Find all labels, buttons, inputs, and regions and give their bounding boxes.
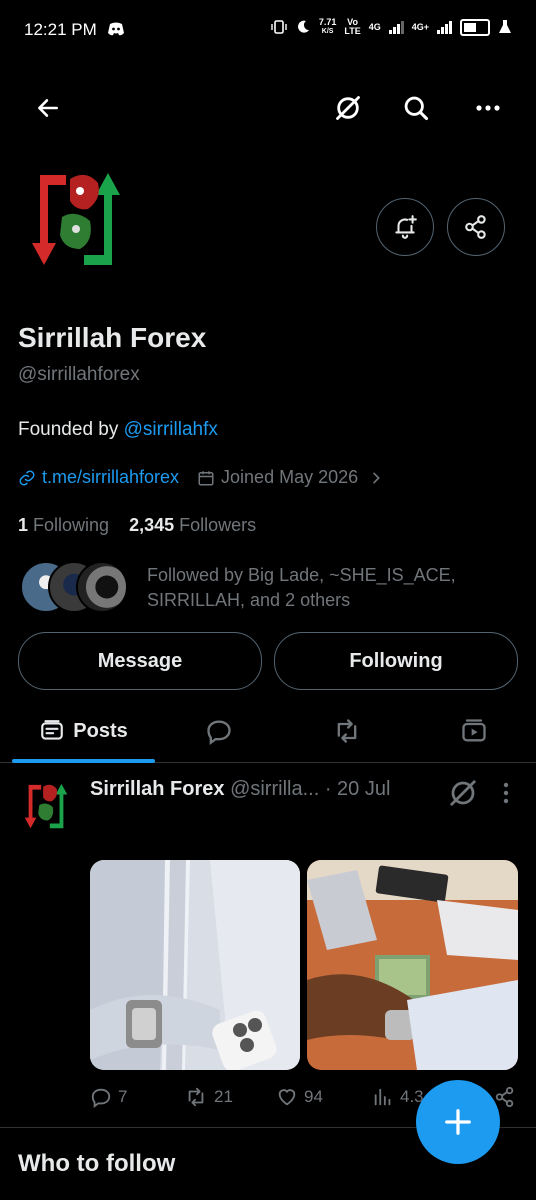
signal-icon [388, 20, 404, 34]
following-button[interactable]: Following [274, 632, 518, 690]
battery-icon [460, 18, 490, 36]
post-date: · 20 Jul [324, 778, 391, 800]
back-arrow-icon [38, 99, 58, 117]
share-icon [465, 215, 486, 239]
following-count-link[interactable]: 1 Following [18, 515, 109, 535]
vibrate-icon [271, 20, 287, 34]
post-photo-desk [307, 860, 518, 1070]
plus-icon [445, 1109, 471, 1135]
status-bar: 12:21 PM 7.71 K/S Vo LTE 4G 4G+ [0, 0, 536, 60]
post-image-2[interactable] [307, 860, 518, 1070]
network-type-2: 4G+ [411, 21, 429, 32]
more-button[interactable] [470, 90, 506, 126]
bio-text: Founded by [18, 419, 124, 440]
joined-date: Joined May 2026 [221, 467, 359, 487]
message-button[interactable]: Message [18, 632, 262, 690]
tab-media[interactable] [411, 700, 536, 762]
share-action[interactable] [494, 1086, 516, 1108]
status-icons: 7.71 K/S Vo LTE 4G 4G+ [271, 18, 512, 36]
chevron-right-icon[interactable] [368, 470, 384, 486]
reply-icon [91, 1088, 111, 1108]
sirrillah-logo-icon [24, 783, 68, 829]
repost-action[interactable]: 21 [184, 1086, 233, 1108]
network-type-1: 4G [368, 21, 381, 32]
sirrillah-logo-icon [32, 173, 120, 265]
reply-icon [207, 720, 231, 745]
more-icon [476, 105, 500, 111]
who-to-follow-heading: Who to follow [18, 1150, 176, 1177]
post-photo-agbada [90, 860, 300, 1070]
follow-counts: 1 Following 2,345 Followers [18, 515, 256, 536]
reply-count: 7 [118, 1087, 128, 1106]
grok-icon [336, 96, 360, 120]
tab-replies[interactable] [155, 700, 283, 762]
calendar-icon [198, 470, 214, 485]
views-action[interactable]: 4.3 [372, 1086, 424, 1108]
profile-tabs: Posts [0, 700, 536, 763]
website-link[interactable]: t.me/sirrillahforex [42, 467, 179, 488]
avatar [76, 561, 128, 613]
heart-icon [278, 1089, 296, 1106]
tab-posts-label: Posts [73, 719, 128, 742]
like-action[interactable]: 94 [276, 1086, 323, 1108]
views-icon [374, 1088, 391, 1106]
reply-action[interactable]: 7 [90, 1086, 127, 1108]
followed-by-text[interactable]: Followed by Big Lade, ~SHE_IS_ACE, SIRRI… [147, 563, 487, 613]
followed-by-avatars[interactable] [20, 561, 136, 613]
notify-button[interactable] [376, 198, 434, 256]
post-author-handle[interactable]: @sirrilla... [230, 778, 319, 800]
profile-avatar[interactable] [18, 165, 134, 281]
post-more-icon[interactable] [496, 780, 516, 806]
volte-indicator: Vo LTE [344, 17, 361, 36]
repost-count: 21 [214, 1087, 233, 1106]
repost-icon [188, 1087, 204, 1107]
share-profile-button[interactable] [447, 198, 505, 256]
grok-button[interactable] [330, 90, 366, 126]
link-icon [19, 470, 35, 485]
tab-posts[interactable]: Posts [12, 700, 155, 762]
posts-icon [41, 720, 64, 740]
profile-bio: Founded by @sirrillahfx [18, 419, 218, 441]
tab-reposts[interactable] [283, 700, 411, 762]
post-image-1[interactable] [90, 860, 300, 1070]
post-author-avatar[interactable] [18, 780, 74, 836]
discord-icon [108, 22, 124, 36]
search-icon [404, 96, 429, 121]
active-tab-indicator [12, 759, 155, 763]
bell-plus-icon [395, 215, 417, 239]
repost-icon [337, 719, 357, 743]
network-speed: 7.71 K/S [318, 17, 337, 36]
compose-button[interactable] [416, 1080, 500, 1164]
profile-handle: @sirrillahforex [18, 364, 140, 385]
followers-count-link[interactable]: 2,345 Followers [129, 515, 256, 535]
like-count: 94 [304, 1087, 323, 1106]
flask-icon [499, 20, 511, 33]
status-time: 12:21 PM [24, 20, 97, 39]
profile-meta: t.me/sirrillahforex Joined May 2026 [18, 467, 384, 488]
back-button[interactable] [30, 90, 66, 126]
post-author-name[interactable]: Sirrillah Forex [90, 778, 225, 800]
share-icon [495, 1086, 514, 1108]
post-header: Sirrillah Forex @sirrilla... · 20 Jul [90, 778, 450, 801]
bio-mention-link[interactable]: @sirrillahfx [124, 419, 218, 440]
moon-icon [297, 20, 309, 33]
media-icon [461, 719, 486, 742]
profile-name: Sirrillah Forex [18, 322, 207, 353]
grok-icon[interactable] [448, 778, 478, 808]
search-button[interactable] [398, 90, 434, 126]
signal-icon-2 [437, 20, 452, 34]
